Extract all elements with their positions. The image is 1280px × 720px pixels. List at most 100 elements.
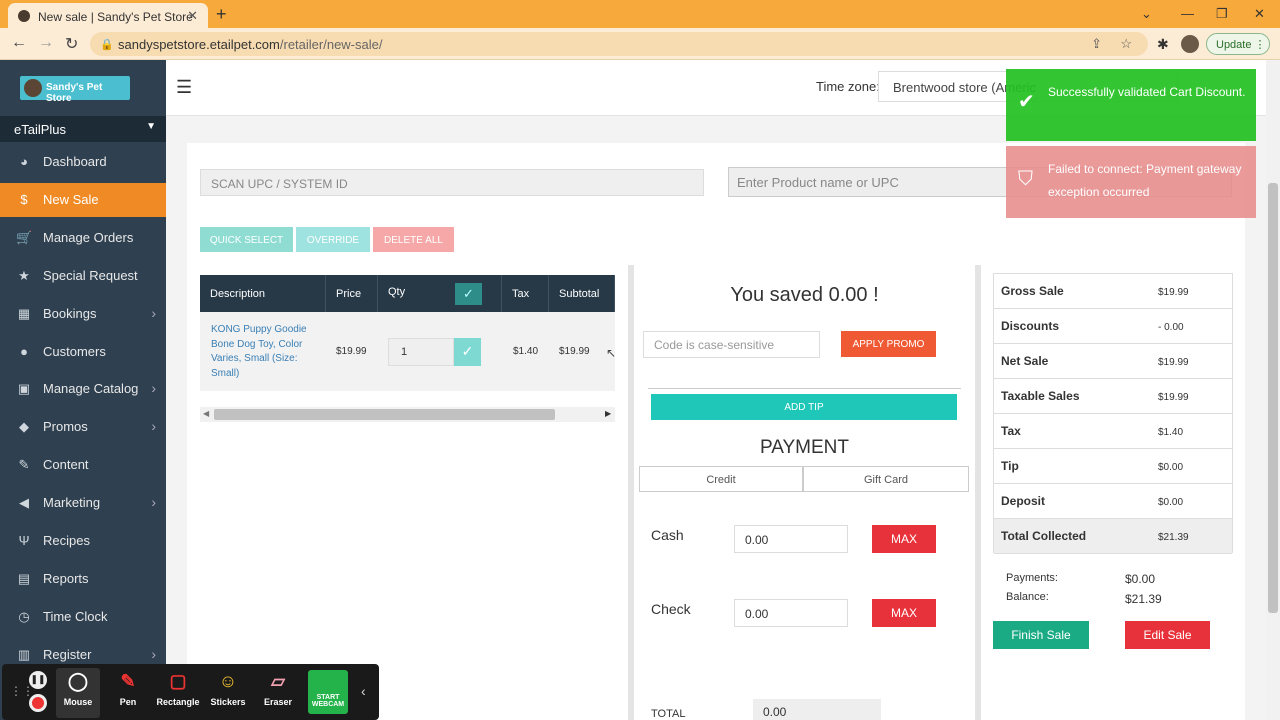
table-scrollbar-thumb[interactable] — [214, 409, 555, 420]
recorder-tool-stickers[interactable]: ☺ Stickers — [206, 668, 250, 718]
sidebar-item-manage-orders[interactable]: 🛒 Manage Orders — [0, 221, 166, 255]
success-toast[interactable]: ✔ Successfully validated Cart Discount. — [1006, 69, 1256, 141]
add-tip-button[interactable]: ADD TIP — [651, 394, 957, 420]
forward-icon[interactable]: → — [38, 34, 54, 52]
cash-input[interactable]: 0.00 — [734, 525, 848, 553]
sidebar-item-promos[interactable]: ◆ Promos › — [0, 410, 166, 444]
reload-icon[interactable]: ↻ — [65, 34, 78, 54]
eraser-icon: ▱ — [271, 671, 285, 691]
tab-credit[interactable]: Credit — [639, 466, 803, 492]
qty-input[interactable]: 1 — [388, 338, 454, 366]
minimize-icon[interactable]: — — [1181, 6, 1194, 21]
address-bar[interactable]: 🔒 sandyspetstore.etailpet.com/retailer/n… — [90, 32, 1148, 56]
new-tab-icon[interactable]: + — [216, 4, 227, 25]
sidebar-item-content[interactable]: ✎ Content — [0, 448, 166, 482]
sidebar-item-marketing[interactable]: ◀ Marketing › — [0, 486, 166, 520]
summary-value: - 0.00 — [1158, 322, 1184, 333]
clock-icon: ◷ — [18, 608, 30, 624]
cash-max-button[interactable]: MAX — [872, 525, 936, 553]
bookmark-star-icon[interactable]: ☆ — [1120, 36, 1132, 52]
quick-select-button[interactable]: QUICK SELECT — [200, 227, 293, 252]
col-header-tax: Tax — [502, 275, 549, 312]
rectangle-icon: ▢ — [169, 671, 187, 691]
summary-row: Taxable Sales $19.99 — [994, 379, 1232, 414]
payments-value: $0.00 — [1125, 572, 1156, 586]
error-toast[interactable]: ⛉ Failed to connect: Payment gateway exc… — [1006, 146, 1256, 218]
update-button[interactable]: Update ⋮ — [1206, 33, 1270, 55]
delete-all-button[interactable]: DELETE ALL — [373, 227, 454, 252]
recorder-tool-mouse[interactable]: ◯ Mouse — [56, 668, 100, 718]
brand-label: eTailPlus — [14, 122, 67, 137]
recorder-tool-label: Mouse — [63, 697, 93, 707]
scroll-right-icon[interactable]: ▶ — [605, 409, 611, 418]
sidebar-item-bookings[interactable]: ▦ Bookings › — [0, 297, 166, 331]
browser-tab[interactable]: New sale | Sandy's Pet Store ✕ — [8, 3, 208, 28]
tag-icon: ◆ — [19, 419, 29, 435]
scan-upc-input[interactable]: SCAN UPC / SYSTEM ID — [200, 169, 704, 196]
qty-confirm-icon[interactable]: ✓ — [454, 338, 481, 366]
sidebar-item-recipes[interactable]: Ψ Recipes — [0, 524, 166, 558]
start-webcam-button[interactable]: START WEBCAM — [308, 670, 348, 714]
sidebar-item-manage-catalog[interactable]: ▣ Manage Catalog › — [0, 372, 166, 406]
edit-icon: ✎ — [18, 457, 30, 473]
maximize-icon[interactable]: ❐ — [1216, 6, 1228, 22]
error-toast-text: Failed to connect: Payment gateway excep… — [1048, 162, 1242, 199]
brand-switcher[interactable]: eTailPlus ▼ — [0, 116, 166, 142]
tab-gift-card[interactable]: Gift Card — [803, 466, 969, 492]
recorder-tool-pen[interactable]: ✎ Pen — [106, 668, 150, 718]
box-icon: ▣ — [17, 381, 31, 397]
pause-icon[interactable]: ❚❚ — [29, 671, 47, 689]
chevron-right-icon: › — [151, 380, 156, 397]
extensions-icon[interactable]: ✱ — [1157, 36, 1169, 53]
tab-search-icon[interactable]: ⌄ — [1141, 6, 1152, 22]
apply-promo-button[interactable]: APPLY PROMO — [841, 331, 936, 357]
hamburger-menu-icon[interactable]: ☰ — [176, 77, 192, 98]
finish-sale-button[interactable]: Finish Sale — [993, 621, 1089, 649]
recorder-tool-label: Rectangle — [156, 697, 200, 707]
check-max-button[interactable]: MAX — [872, 599, 936, 627]
store-logo[interactable]: Sandy's Pet Store — [20, 76, 130, 104]
sidebar-item-time-clock[interactable]: ◷ Time Clock — [0, 600, 166, 634]
check-input[interactable]: 0.00 — [734, 599, 848, 627]
profile-avatar[interactable] — [1181, 35, 1199, 53]
sidebar-item-label: Promos — [43, 419, 88, 435]
item-tax: $1.40 — [513, 346, 539, 357]
item-subtotal: $19.99 — [559, 346, 590, 357]
balance-value: $21.39 — [1125, 592, 1162, 606]
sidebar-item-new-sale[interactable]: $ New Sale — [0, 182, 166, 217]
summary-row: Net Sale $19.99 — [994, 344, 1232, 379]
sidebar-item-label: Marketing — [43, 495, 101, 511]
summary-value: $19.99 — [1158, 287, 1189, 298]
promo-code-input[interactable]: Code is case-sensitive — [643, 331, 820, 358]
collapse-toolbar-icon[interactable]: ‹ — [361, 683, 366, 699]
total-label: TOTAL — [651, 708, 686, 720]
sidebar-item-reports[interactable]: ▤ Reports — [0, 562, 166, 596]
stop-record-icon[interactable] — [29, 694, 47, 712]
edit-sale-button[interactable]: Edit Sale — [1125, 621, 1210, 649]
summary-key: Discounts — [1001, 319, 1060, 333]
item-description-link[interactable]: KONG Puppy Goodie Bone Dog Toy, Color Va… — [211, 323, 319, 381]
recorder-tool-eraser[interactable]: ▱ Eraser — [256, 668, 300, 718]
close-window-icon[interactable]: ✕ — [1254, 6, 1265, 22]
sidebar-item-customers[interactable]: ● Customers — [0, 335, 166, 369]
item-price: $19.99 — [336, 346, 367, 357]
sidebar-item-special-request[interactable]: ★ Special Request — [0, 259, 166, 293]
sidebar-item-label: Time Clock — [43, 608, 108, 624]
recorder-tool-label: Eraser — [263, 697, 293, 707]
share-icon[interactable]: ⇪ — [1091, 36, 1102, 52]
summary-value: $19.99 — [1158, 357, 1189, 368]
qty-confirm-all-icon[interactable]: ✓ — [455, 283, 482, 305]
scroll-left-icon[interactable]: ◀ — [203, 409, 209, 418]
sidebar-item-label: Content — [43, 457, 89, 473]
sidebar-item-label: Reports — [43, 570, 89, 586]
override-button[interactable]: OVERRIDE — [296, 227, 370, 252]
summary-key: Tax — [1001, 424, 1021, 438]
register-icon: ▥ — [17, 646, 31, 662]
checkmark-icon: ✔ — [1018, 91, 1035, 113]
close-tab-icon[interactable]: ✕ — [187, 8, 198, 24]
timezone-label: Time zone: — [816, 79, 880, 94]
back-icon[interactable]: ← — [11, 34, 27, 52]
sidebar-item-dashboard[interactable]: ◕ Dashboard — [0, 145, 166, 179]
page-scrollbar-thumb[interactable] — [1268, 183, 1278, 613]
recorder-tool-rectangle[interactable]: ▢ Rectangle — [156, 668, 200, 718]
